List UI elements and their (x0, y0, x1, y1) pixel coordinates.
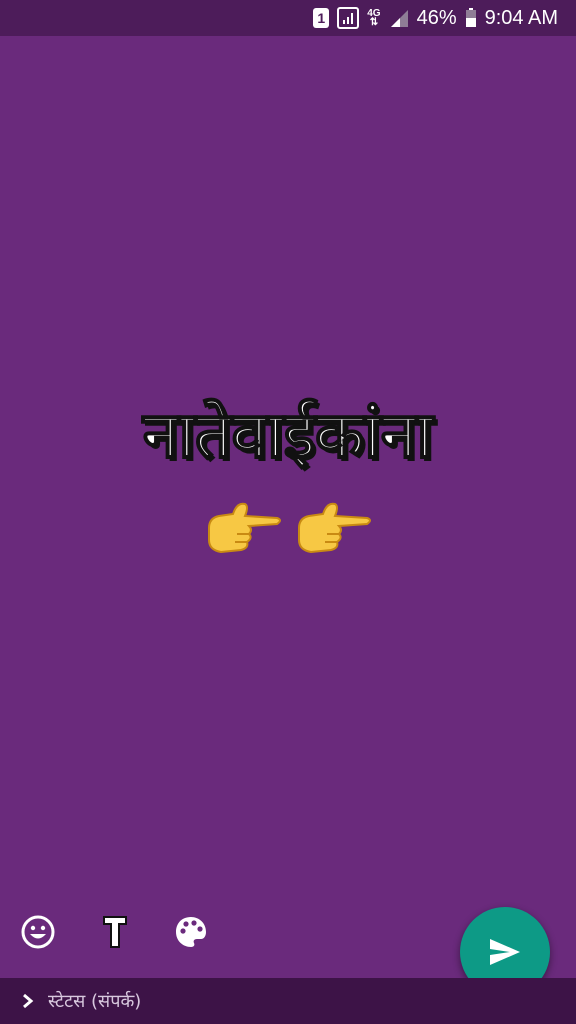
network-type-icon: 4G ⇅ (367, 8, 381, 28)
sim-slot-number: 1 (313, 8, 330, 28)
send-icon (490, 939, 520, 965)
audience-bar[interactable]: स्टेटस (संपर्क) (0, 978, 576, 1024)
chevron-right-icon (23, 993, 34, 1009)
battery-percent: 46% (416, 6, 457, 29)
pointing-hand-emoji-icon (208, 502, 281, 554)
text-style-button[interactable] (95, 912, 135, 952)
clock: 9:04 AM (484, 6, 558, 29)
sim-card-icon: 1 (313, 8, 330, 28)
palette-button[interactable] (171, 912, 211, 952)
status-text[interactable]: नातेवाईकांना (0, 396, 576, 476)
signal-box-icon (337, 7, 360, 29)
status-bar: 1 4G ⇅ 46% 9:04 AM (0, 0, 576, 36)
emoji-button[interactable] (18, 912, 58, 952)
text-style-icon (103, 916, 127, 948)
emoji-row (0, 498, 576, 562)
audience-label: स्टेटस (संपर्क) (48, 991, 142, 1012)
emoji-icon (21, 915, 55, 949)
pointing-hand-emoji-icon (298, 502, 371, 554)
battery-icon (465, 8, 477, 28)
palette-icon (176, 917, 206, 947)
cell-signal-icon (389, 8, 409, 28)
status-canvas[interactable]: नातेवाईकांना (0, 36, 576, 978)
network-type-label: 4G (367, 8, 381, 19)
